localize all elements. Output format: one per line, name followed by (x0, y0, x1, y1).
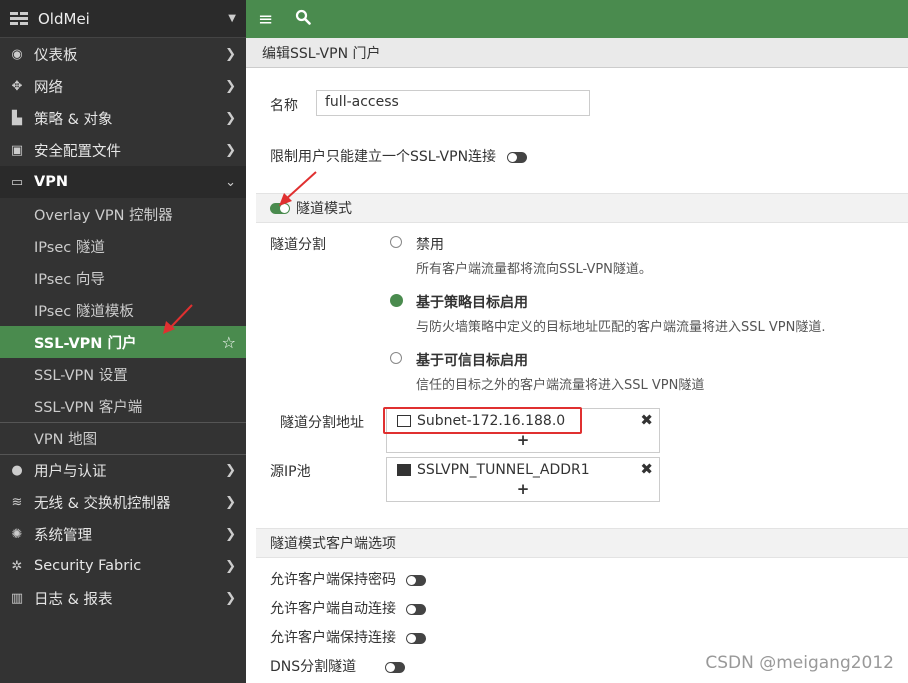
arrow-to-tunnel-toggle (279, 171, 317, 206)
watermark: CSDN @meigang2012 (705, 653, 894, 673)
annotation-arrows (163, 171, 317, 334)
arrow-to-ssl-vpn-portals (163, 304, 193, 334)
